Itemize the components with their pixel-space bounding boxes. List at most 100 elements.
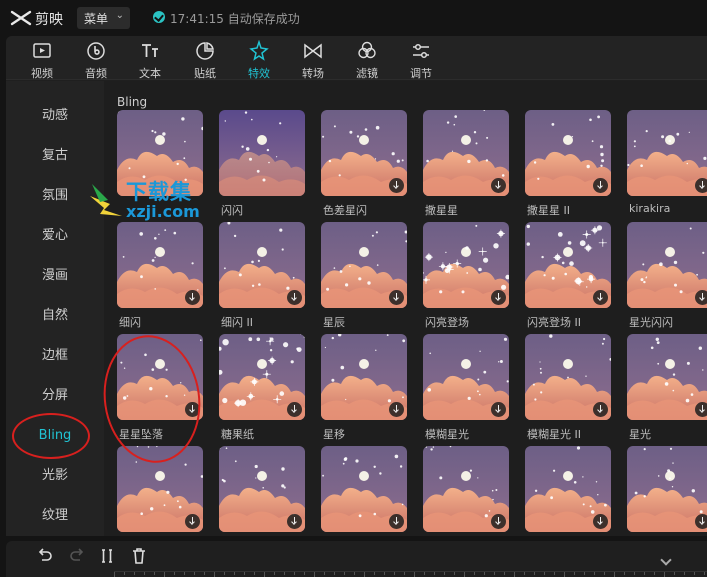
category-item[interactable]: 纹理	[6, 501, 104, 531]
effect-thumbnail[interactable]	[423, 110, 509, 196]
effect-thumbnail[interactable]	[627, 110, 707, 196]
download-icon[interactable]	[491, 514, 506, 529]
ruler-tick	[434, 572, 435, 575]
app-name: 剪映	[35, 12, 63, 28]
effect-thumbnail[interactable]	[525, 334, 611, 420]
effect-thumbnail[interactable]	[321, 334, 407, 420]
effect-label: 细闪	[119, 316, 141, 329]
tab-label: 调节	[410, 67, 432, 80]
ruler-tick	[164, 572, 165, 577]
tab-label: 文本	[139, 67, 161, 80]
ruler-tick	[244, 572, 245, 575]
download-icon[interactable]	[593, 514, 608, 529]
download-icon[interactable]	[593, 402, 608, 417]
autosave-status: 17:41:15 自动保存成功	[170, 12, 300, 26]
ruler-tick	[574, 572, 575, 575]
effect-thumbnail[interactable]	[321, 110, 407, 196]
split-icon[interactable]	[98, 547, 116, 565]
ruler-tick	[424, 572, 425, 575]
timeline-toolbar	[6, 541, 707, 577]
effect-thumbnail[interactable]	[219, 222, 305, 308]
category-item[interactable]: 分屏	[6, 381, 104, 411]
delete-icon[interactable]	[130, 547, 148, 565]
download-icon[interactable]	[491, 402, 506, 417]
effect-thumbnail[interactable]	[219, 446, 305, 532]
effect-thumbnail[interactable]	[627, 334, 707, 420]
ruler-tick	[564, 572, 565, 577]
effect-thumbnail[interactable]	[525, 446, 611, 532]
tab-sticker[interactable]: 贴纸	[182, 39, 228, 80]
download-icon[interactable]	[287, 290, 302, 305]
effect-thumbnail[interactable]	[525, 222, 611, 308]
effect-thumbnail[interactable]	[423, 222, 509, 308]
category-item[interactable]: 边框	[6, 341, 104, 371]
download-icon[interactable]	[287, 514, 302, 529]
effect-thumbnail[interactable]	[525, 110, 611, 196]
ruler-tick	[674, 572, 675, 575]
category-item[interactable]: 自然	[6, 301, 104, 331]
tab-adjust[interactable]: 调节	[398, 39, 444, 80]
ruler-tick	[364, 572, 365, 577]
redo-icon[interactable]	[68, 547, 86, 565]
ruler-tick	[494, 572, 495, 575]
download-icon[interactable]	[695, 402, 707, 417]
ruler-tick	[274, 572, 275, 575]
effect-thumbnail[interactable]	[423, 446, 509, 532]
download-icon[interactable]	[695, 178, 707, 193]
effect-thumbnail[interactable]	[321, 446, 407, 532]
tab-video[interactable]: 视频	[19, 39, 65, 80]
menu-label: 菜单	[84, 12, 109, 26]
ruler-tick	[334, 572, 335, 575]
download-icon[interactable]	[389, 514, 404, 529]
sticker-icon	[196, 42, 214, 60]
ruler-tick	[544, 572, 545, 575]
download-icon[interactable]	[695, 514, 707, 529]
ruler-tick	[114, 572, 115, 577]
effect-thumbnail[interactable]	[219, 334, 305, 420]
cursor-icon	[660, 554, 672, 566]
category-item-hidden[interactable]	[6, 81, 104, 89]
ruler-tick	[634, 572, 635, 575]
menu-dropdown[interactable]: 菜单 ⌄	[77, 7, 130, 29]
ruler-tick	[384, 572, 385, 575]
category-item[interactable]: 复古	[6, 141, 104, 171]
download-icon[interactable]	[593, 290, 608, 305]
ruler-tick	[184, 572, 185, 575]
download-icon[interactable]	[491, 178, 506, 193]
download-icon[interactable]	[389, 402, 404, 417]
download-icon[interactable]	[185, 290, 200, 305]
ruler-tick	[234, 572, 235, 575]
effect-thumbnail[interactable]	[117, 222, 203, 308]
tab-filter[interactable]: 滤镜	[344, 39, 390, 80]
category-item[interactable]: 漫画	[6, 261, 104, 291]
ruler-tick	[354, 572, 355, 575]
tab-transition[interactable]: 转场	[290, 39, 336, 80]
effect-thumbnail[interactable]	[423, 334, 509, 420]
download-icon[interactable]	[389, 178, 404, 193]
effect-thumbnail[interactable]	[627, 222, 707, 308]
adjust-icon	[413, 43, 429, 59]
tab-effects[interactable]: 特效	[236, 39, 282, 80]
capcut-logo-icon	[10, 10, 32, 26]
save-check-icon	[153, 11, 165, 23]
category-item[interactable]: 光影	[6, 461, 104, 491]
download-icon[interactable]	[185, 514, 200, 529]
download-icon[interactable]	[491, 290, 506, 305]
download-icon[interactable]	[287, 402, 302, 417]
ruler-tick	[294, 572, 295, 575]
ruler-tick	[554, 572, 555, 575]
effect-label: 星光	[629, 428, 651, 441]
undo-icon[interactable]	[36, 547, 54, 565]
download-icon[interactable]	[389, 290, 404, 305]
ruler-tick	[534, 572, 535, 575]
effect-thumbnail[interactable]	[321, 222, 407, 308]
ruler-tick	[474, 572, 475, 575]
category-item[interactable]: 动感	[6, 101, 104, 131]
ruler-tick	[264, 572, 265, 577]
download-icon[interactable]	[593, 178, 608, 193]
effect-thumbnail[interactable]	[627, 446, 707, 532]
tab-text[interactable]: 文本	[127, 39, 173, 80]
download-icon[interactable]	[695, 290, 707, 305]
tab-audio[interactable]: 音频	[73, 39, 119, 80]
effect-label: 细闪 II	[221, 316, 253, 329]
